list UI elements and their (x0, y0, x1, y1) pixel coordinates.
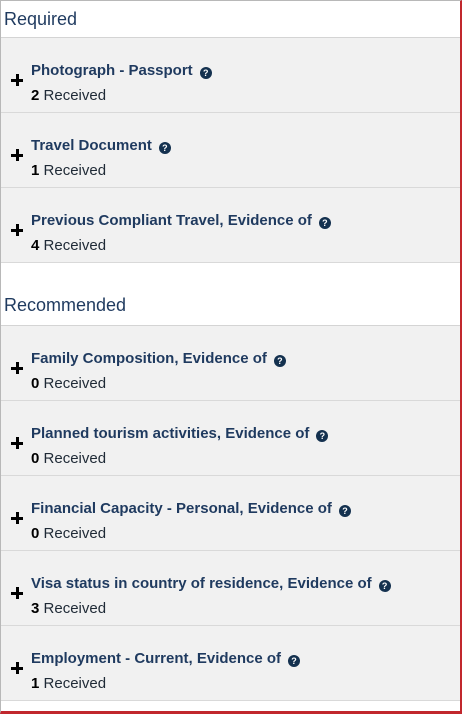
document-title[interactable]: Employment - Current, Evidence of (31, 650, 281, 667)
document-title[interactable]: Financial Capacity - Personal, Evidence … (31, 500, 332, 517)
count-label: Received (43, 525, 107, 542)
help-icon[interactable]: ? (288, 655, 301, 667)
plus-icon[interactable] (11, 587, 23, 599)
count-value: 0 (31, 525, 40, 542)
count-label: Received (43, 450, 107, 467)
received-count: 1 Received (31, 675, 106, 692)
section-heading-recommended: Recommended (1, 263, 460, 326)
count-label: Received (43, 675, 107, 692)
document-item-visa-status[interactable]: Visa status in country of residence, Evi… (1, 551, 460, 626)
document-checklist-panel: Required Photograph - Passport? 2 Receiv… (0, 0, 462, 714)
count-value: 0 (31, 375, 40, 392)
document-title-line: Financial Capacity - Personal, Evidence … (31, 500, 351, 517)
document-title[interactable]: Visa status in country of residence, Evi… (31, 575, 372, 592)
received-count: 3 Received (31, 600, 106, 617)
help-icon[interactable]: ? (378, 580, 391, 592)
document-title-line: Employment - Current, Evidence of? (31, 650, 301, 667)
received-count: 2 Received (31, 87, 106, 104)
received-count: 0 Received (31, 450, 106, 467)
help-icon[interactable]: ? (316, 430, 329, 442)
received-count: 1 Received (31, 162, 106, 179)
received-count: 0 Received (31, 375, 106, 392)
count-value: 0 (31, 450, 40, 467)
count-value: 1 (31, 675, 40, 692)
plus-icon[interactable] (11, 662, 23, 674)
document-title[interactable]: Planned tourism activities, Evidence of (31, 425, 309, 442)
help-icon[interactable]: ? (158, 142, 171, 154)
count-value: 3 (31, 600, 40, 617)
document-title-line: Photograph - Passport? (31, 62, 212, 79)
document-title[interactable]: Previous Compliant Travel, Evidence of (31, 212, 312, 229)
received-count: 4 Received (31, 237, 106, 254)
plus-icon[interactable] (11, 224, 23, 236)
document-title[interactable]: Travel Document (31, 137, 152, 154)
section-heading-required: Required (1, 1, 460, 38)
plus-icon[interactable] (11, 362, 23, 374)
count-value: 2 (31, 87, 40, 104)
received-count: 0 Received (31, 525, 106, 542)
document-item-family-composition[interactable]: Family Composition, Evidence of? 0 Recei… (1, 326, 460, 401)
document-title[interactable]: Photograph - Passport (31, 62, 193, 79)
count-label: Received (43, 375, 107, 392)
count-label: Received (43, 600, 107, 617)
document-title-line: Visa status in country of residence, Evi… (31, 575, 391, 592)
document-title[interactable]: Family Composition, Evidence of (31, 350, 267, 367)
document-title-line: Planned tourism activities, Evidence of? (31, 425, 329, 442)
count-value: 1 (31, 162, 40, 179)
document-title-line: Travel Document? (31, 137, 171, 154)
help-icon[interactable]: ? (199, 67, 212, 79)
count-label: Received (43, 87, 107, 104)
count-value: 4 (31, 237, 40, 254)
count-label: Received (43, 237, 107, 254)
plus-icon[interactable] (11, 437, 23, 449)
document-item-employment-current[interactable]: Employment - Current, Evidence of? 1 Rec… (1, 626, 460, 701)
help-icon[interactable]: ? (338, 505, 351, 517)
document-title-line: Family Composition, Evidence of? (31, 350, 286, 367)
help-icon[interactable]: ? (318, 217, 331, 229)
plus-icon[interactable] (11, 74, 23, 86)
document-item-planned-tourism-activities[interactable]: Planned tourism activities, Evidence of?… (1, 401, 460, 476)
document-item-travel-document[interactable]: Travel Document? 1 Received (1, 113, 460, 188)
count-label: Received (43, 162, 107, 179)
document-item-financial-capacity[interactable]: Financial Capacity - Personal, Evidence … (1, 476, 460, 551)
document-item-photograph-passport[interactable]: Photograph - Passport? 2 Received (1, 38, 460, 113)
help-icon[interactable]: ? (273, 355, 286, 367)
document-title-line: Previous Compliant Travel, Evidence of? (31, 212, 331, 229)
plus-icon[interactable] (11, 512, 23, 524)
document-item-previous-compliant-travel[interactable]: Previous Compliant Travel, Evidence of? … (1, 188, 460, 263)
plus-icon[interactable] (11, 149, 23, 161)
